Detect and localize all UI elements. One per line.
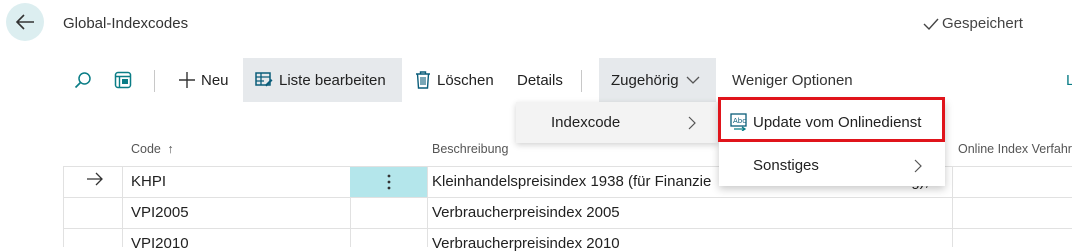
highlight-annotation	[718, 97, 945, 142]
plus-icon	[179, 72, 195, 88]
column-header-description[interactable]: Beschreibung	[432, 142, 508, 156]
check-icon	[923, 18, 939, 30]
row-description-text: Kleinhandelspreisindex 1938 (für Finanzi…	[432, 173, 712, 190]
related-dropdown-menu: Indexcode	[516, 102, 718, 143]
action-toolbar: Neu Liste bearbeiten Löschen Details Zug…	[62, 58, 1072, 102]
row-code[interactable]: VPI2010	[131, 235, 189, 252]
menu-item-indexcode[interactable]: Indexcode	[551, 114, 620, 131]
cut-off-toolbar-item[interactable]: L	[1066, 58, 1072, 102]
other-label: Sonstiges	[753, 157, 819, 174]
row-divider	[63, 197, 1072, 198]
delete-label: Löschen	[437, 71, 494, 89]
chevron-right-icon	[914, 159, 922, 173]
fewer-options-button[interactable]: Weniger Optionen	[732, 58, 853, 102]
column-header-online-index[interactable]: Online Index Verfahr	[958, 142, 1072, 156]
menu-item-other[interactable]: Sonstiges	[753, 157, 819, 174]
sort-ascending-icon: ↑	[167, 142, 174, 156]
filter-pane-button[interactable]	[114, 58, 138, 102]
code-header-label: Code	[131, 142, 161, 156]
back-button[interactable]	[6, 3, 44, 41]
details-label: Details	[517, 71, 563, 89]
chevron-down-icon	[686, 76, 700, 84]
indexcode-label: Indexcode	[551, 114, 621, 131]
new-button[interactable]: Neu	[178, 58, 229, 102]
online-index-header-label: Online Index Verfahr	[958, 142, 1072, 156]
column-divider	[122, 166, 123, 247]
search-button[interactable]	[74, 58, 96, 102]
page-title: Global-Indexcodes	[63, 15, 189, 32]
filter-pane-icon	[114, 71, 132, 89]
trash-icon	[416, 71, 430, 89]
details-button[interactable]: Details	[517, 58, 563, 102]
toolbar-separator	[154, 70, 155, 92]
row-actions-button[interactable]	[350, 167, 427, 197]
cut-off-label: L	[1066, 71, 1072, 89]
related-menu-button[interactable]: Zugehörig	[599, 58, 716, 102]
column-header-code[interactable]: Code ↑	[131, 142, 174, 156]
delete-button[interactable]: Löschen	[415, 58, 494, 102]
row-code[interactable]: VPI2005	[131, 204, 189, 221]
column-divider	[427, 166, 428, 247]
row-divider	[63, 228, 1072, 229]
row-description[interactable]: Verbraucherpreisindex 2010	[432, 235, 620, 252]
row-code[interactable]: KHPI	[131, 173, 166, 190]
related-label: Zugehörig	[611, 71, 679, 89]
search-icon	[74, 72, 91, 89]
edit-list-icon	[255, 72, 273, 87]
fewer-options-label: Weniger Optionen	[732, 71, 853, 89]
new-label: Neu	[201, 71, 229, 89]
edit-list-button[interactable]: Liste bearbeiten	[243, 58, 402, 102]
edit-list-label: Liste bearbeiten	[279, 71, 386, 89]
description-header-label: Beschreibung	[432, 142, 509, 156]
toolbar-separator	[581, 70, 582, 92]
more-vertical-icon	[387, 174, 390, 190]
row-selected-arrow-icon	[86, 172, 104, 190]
chevron-right-icon	[688, 116, 696, 130]
column-divider	[63, 166, 64, 247]
arrow-left-icon	[15, 14, 34, 30]
column-divider	[952, 166, 953, 247]
row-description[interactable]: Verbraucherpreisindex 2005	[432, 204, 620, 221]
saved-status: Gespeichert	[923, 15, 1023, 32]
saved-label: Gespeichert	[942, 15, 1023, 32]
